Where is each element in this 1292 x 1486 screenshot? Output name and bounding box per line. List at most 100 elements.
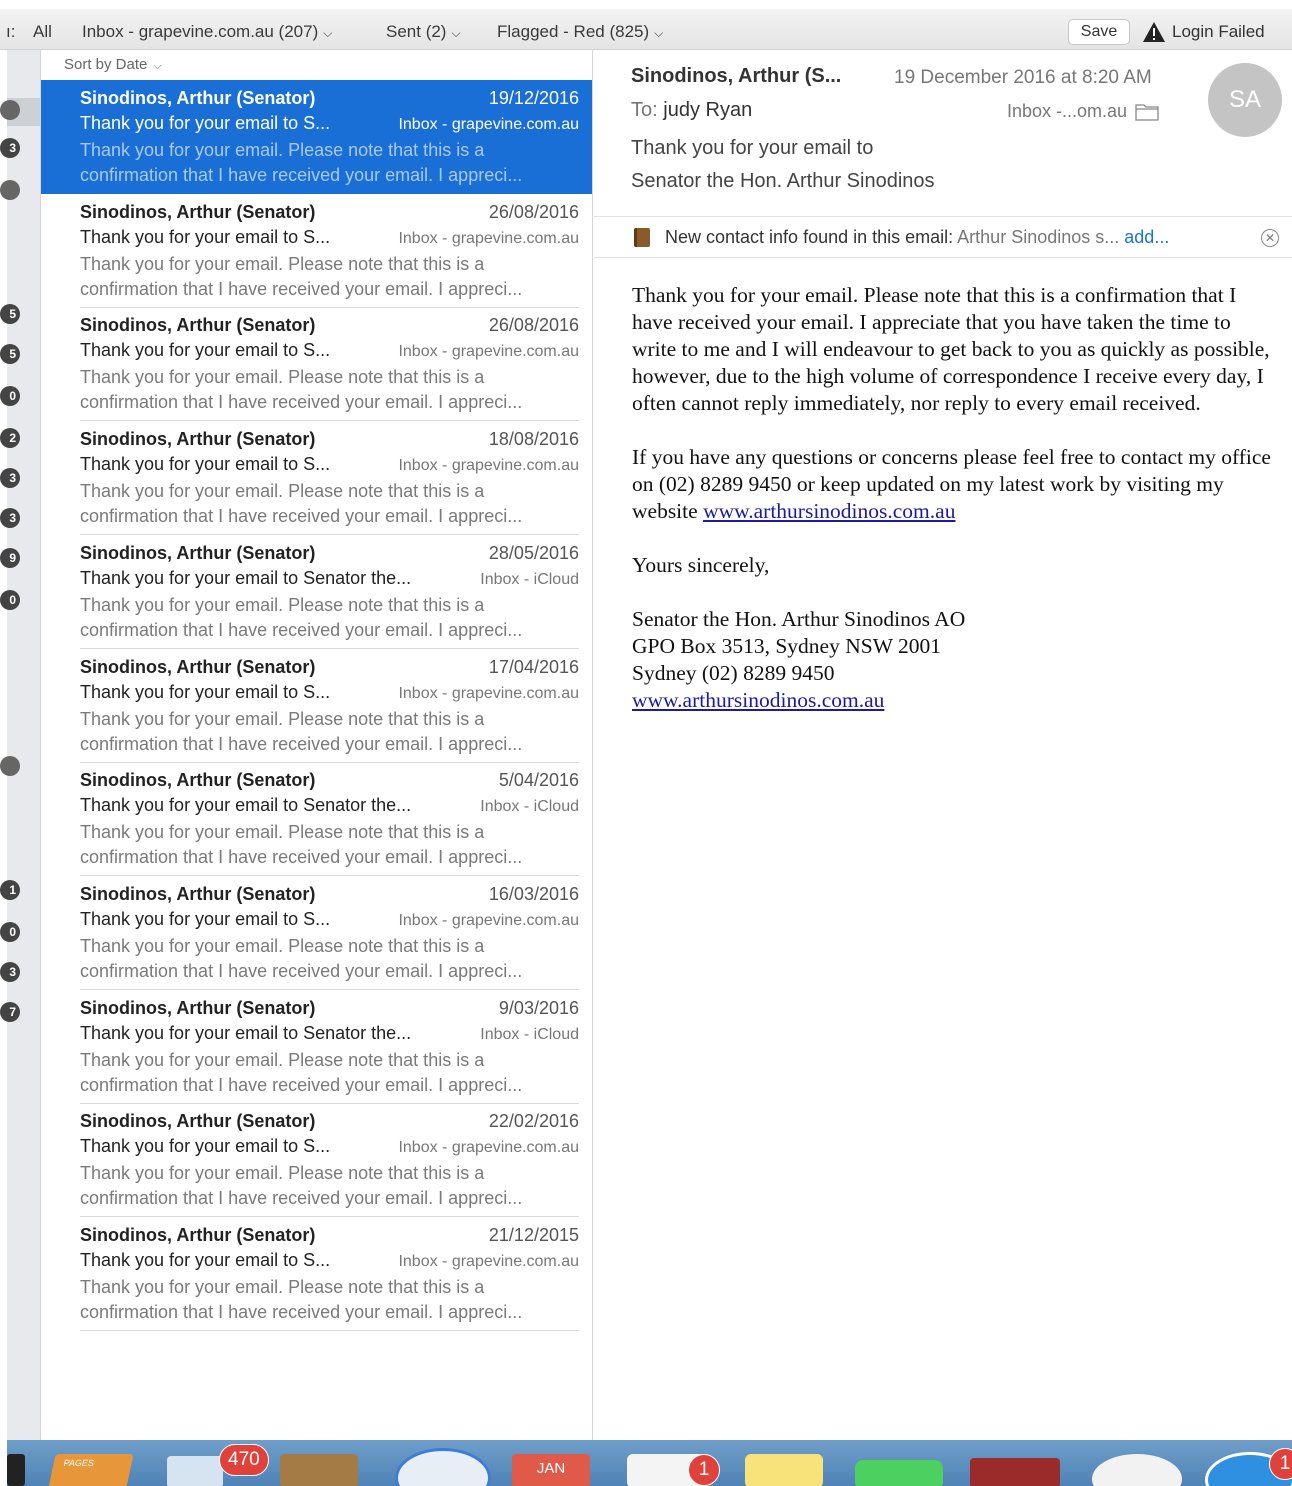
photos-app-icon[interactable]: [1092, 1454, 1182, 1486]
messages-app-icon[interactable]: [855, 1460, 943, 1486]
contacts-app-icon[interactable]: [280, 1454, 358, 1486]
message-date: 18/08/2016: [488, 429, 579, 450]
message-preview-line-2: confirmation that I have received your e…: [80, 278, 523, 299]
message-sender: Sinodinos, Arthur (Senator): [80, 542, 316, 563]
body-paragraph-1: Thank you for your email. Please note th…: [632, 283, 1270, 415]
message-list-item[interactable]: Sinodinos, Arthur (Senator) 21/12/2015 Tha…: [41, 1217, 592, 1331]
fav-all[interactable]: All: [33, 22, 52, 42]
login-failed-label: Login Failed: [1172, 22, 1265, 41]
message-preview-line-2: confirmation that I have received your e…: [80, 506, 523, 527]
message-sender: Sinodinos, Arthur (Senator): [80, 997, 316, 1018]
dock: PAGES 470 JAN 1 1: [7, 1440, 1292, 1486]
message-sender: Sinodinos, Arthur (Senator): [80, 201, 316, 222]
chevron-down-icon: ⌵: [451, 26, 461, 40]
unread-count-badge: 0: [0, 590, 20, 610]
message-mailbox: Inbox - grapevine.com.au: [398, 1139, 579, 1157]
calendar-app-icon[interactable]: JAN: [512, 1454, 590, 1486]
message-preview: Thank you for your email. Please note th…: [80, 934, 580, 984]
disclosure-icon[interactable]: [0, 756, 20, 776]
message-date: 21/12/2015: [488, 1225, 579, 1245]
reading-pane: Sinodinos, Arthur (S... 19 December 2016…: [594, 50, 1292, 1440]
unread-count-badge: 3: [0, 508, 20, 528]
message-mailbox: Inbox - grapevine.com.au: [398, 457, 579, 475]
message-list[interactable]: Sort by Date ⌵ Sinodinos, Arthur (Senator…: [41, 50, 593, 1440]
message-list-item-content: Sinodinos, Arthur (Senator) 17/04/2016 Tha…: [80, 649, 579, 763]
disclosure-icon[interactable]: [0, 100, 20, 120]
message-sender: Sinodinos, Arthur (Senator): [80, 883, 316, 904]
website-link[interactable]: www.arthursinodinos.com.au: [703, 499, 955, 523]
save-button[interactable]: Save: [1068, 19, 1130, 45]
email-subject: Thank you for your email to Senator the …: [631, 132, 991, 198]
terminal-app-icon[interactable]: [7, 1454, 25, 1486]
recipient-name[interactable]: judy Ryan: [663, 99, 752, 121]
message-list-item[interactable]: Sinodinos, Arthur (Senator) 26/08/2016 Tha…: [41, 194, 592, 308]
notes-app-icon[interactable]: [745, 1454, 823, 1486]
message-preview-line-2: confirmation that I have received your e…: [80, 619, 523, 640]
close-icon[interactable]: ✕: [1261, 229, 1279, 247]
sort-control[interactable]: Sort by Date ⌵: [41, 50, 592, 80]
add-contact-link[interactable]: add...: [1124, 227, 1169, 247]
mailbox-sidebar-edge[interactable]: 3 5 5 0 2 3 3 9 0 1 0 3 7: [0, 50, 41, 1440]
message-subject: Thank you for your email to S...: [80, 113, 331, 133]
fav-sent[interactable]: Sent (2) ⌵: [386, 22, 461, 42]
message-mailbox: Inbox - iCloud: [480, 798, 579, 816]
message-subject: Thank you for your email to Senator the.…: [80, 567, 412, 588]
signature-website-link[interactable]: www.arthursinodinos.com.au: [632, 688, 884, 712]
message-preview-line-2: confirmation that I have received your e…: [80, 165, 523, 185]
message-preview: Thank you for your email. Please note th…: [80, 1048, 580, 1098]
to-label: To:: [631, 99, 658, 121]
unread-count-badge: 3: [0, 468, 20, 488]
safari-app-icon[interactable]: [395, 1448, 491, 1486]
fav-flagged[interactable]: Flagged - Red (825) ⌵: [497, 22, 663, 42]
message-list-item[interactable]: Sinodinos, Arthur (Senator) 9/03/2016 Than…: [41, 990, 592, 1104]
message-subject: Thank you for your email to S...: [80, 1136, 331, 1157]
message-mailbox: Inbox - iCloud: [480, 1025, 579, 1043]
pages-app-icon[interactable]: PAGES: [48, 1454, 134, 1486]
message-date: 17/04/2016: [488, 656, 579, 677]
message-list-item-content: Sinodinos, Arthur (Senator) 21/12/2015 Tha…: [80, 1217, 579, 1331]
message-list-item-content: Sinodinos, Arthur (Senator) 16/03/2016 Tha…: [80, 876, 579, 990]
message-preview-line-1: Thank you for your email. Please note th…: [80, 594, 485, 615]
message-list-item[interactable]: Sinodinos, Arthur (Senator) 17/04/2016 Tha…: [41, 649, 592, 763]
message-preview-line-2: confirmation that I have received your e…: [80, 847, 523, 868]
disclosure-icon[interactable]: [0, 180, 20, 200]
message-preview-line-2: confirmation that I have received your e…: [80, 733, 523, 754]
mail-app-icon[interactable]: [167, 1456, 223, 1486]
pages-app-label: PAGES: [62, 1458, 96, 1468]
message-list-item[interactable]: Sinodinos, Arthur (Senator) 26/08/2016 Tha…: [41, 307, 592, 422]
unread-count-badge: 5: [0, 304, 20, 324]
message-date: 9/03/2016: [498, 997, 579, 1018]
message-preview-line-2: confirmation that I have received your e…: [80, 1188, 523, 1209]
signature: Senator the Hon. Arthur Sinodinos AO GPO…: [632, 606, 1272, 714]
message-mailbox: Inbox - grapevine.com.au: [398, 343, 579, 361]
message-mailbox: Inbox - grapevine.com.au: [398, 911, 579, 929]
message-list-item[interactable]: Sinodinos, Arthur (Senator) 28/05/2016 Tha…: [41, 535, 592, 649]
message-preview: Thank you for your email. Please note th…: [80, 138, 580, 188]
favorites-bar: ı: All Inbox - grapevine.com.au (207) ⌵ S…: [0, 0, 1292, 50]
message-list-item[interactable]: Sinodinos, Arthur (Senator) 5/04/2016 Than…: [41, 762, 592, 877]
message-sender: Sinodinos, Arthur (Senator): [80, 1225, 316, 1245]
mailbox-label: Inbox -...om.au: [1007, 101, 1128, 121]
message-preview-line-1: Thank you for your email. Please note th…: [80, 935, 485, 956]
unread-count-badge: 7: [0, 1002, 20, 1022]
message-mailbox: Inbox - grapevine.com.au: [398, 116, 579, 133]
message-list-item[interactable]: Sinodinos, Arthur (Senator) 19/12/2016 Tha…: [41, 80, 592, 194]
warning-icon: [1143, 22, 1165, 42]
message-list-item[interactable]: Sinodinos, Arthur (Senator) 18/08/2016 Tha…: [41, 421, 592, 536]
message-mailbox: Inbox - grapevine.com.au: [398, 229, 579, 247]
message-preview-line-1: Thank you for your email. Please note th…: [80, 481, 485, 502]
unread-count-badge: 2: [0, 428, 20, 448]
fav-inbox[interactable]: Inbox - grapevine.com.au (207) ⌵: [82, 22, 332, 42]
email-sender[interactable]: Sinodinos, Arthur (S...: [631, 65, 841, 88]
message-date: 22/02/2016: [488, 1111, 579, 1132]
email-mailbox: Inbox -...om.au: [1007, 101, 1159, 122]
email-date: 19 December 2016 at 8:20 AM: [894, 67, 1152, 88]
unread-count-badge: 1: [0, 880, 20, 900]
chevron-down-icon: ⌵: [153, 60, 162, 72]
email-body: Thank you for your email. Please note th…: [632, 282, 1272, 714]
message-list-item[interactable]: Sinodinos, Arthur (Senator) 22/02/2016 Tha…: [41, 1103, 592, 1218]
message-list-item[interactable]: Sinodinos, Arthur (Senator) 16/03/2016 Tha…: [41, 876, 592, 990]
photo-booth-app-icon[interactable]: [970, 1458, 1060, 1486]
message-preview-line-1: Thank you for your email. Please note th…: [80, 822, 485, 843]
login-failed-status[interactable]: Login Failed: [1142, 21, 1265, 43]
